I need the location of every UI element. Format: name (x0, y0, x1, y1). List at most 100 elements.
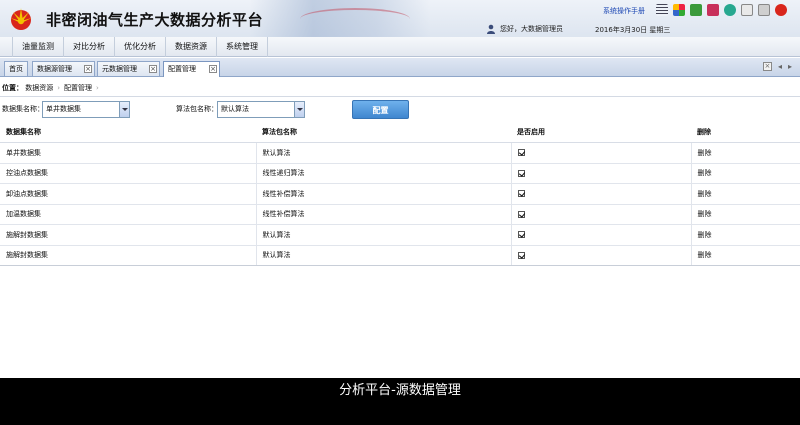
dataset-cell: 控油点数据集 (0, 163, 257, 184)
menu-item-oil-monitoring[interactable]: 油量监测 (12, 37, 63, 57)
column-header-dataset: 数据集名称 (0, 122, 256, 143)
list-icon[interactable] (656, 4, 668, 16)
algorithm-select[interactable]: 默认算法 (217, 101, 305, 118)
filter-bar: 数据集名称： 单井数据集 算法包名称： 默认算法 配置 (0, 99, 800, 121)
enabled-cell (511, 224, 692, 246)
algorithm-cell: 线性补偿算法 (256, 183, 512, 205)
delete-link[interactable]: 删除 (691, 204, 800, 225)
dataset-cell: 加温数据集 (0, 204, 257, 225)
current-date: 2016年3月30日 星期三 (595, 26, 671, 34)
table-row: 加温数据集 线性补偿算法 删除 (0, 204, 800, 225)
dataset-cell: 施解封数据集 (0, 224, 257, 246)
tab-config-management[interactable]: 配置管理 × (163, 61, 220, 77)
tab-label: 首页 (9, 65, 23, 73)
table-row: 单井数据集 默认算法 删除 (0, 142, 800, 164)
column-header-enabled: 是否启用 (511, 122, 691, 143)
petrochina-logo-icon (10, 8, 32, 30)
close-icon[interactable]: × (209, 65, 217, 73)
enabled-checkbox[interactable] (517, 251, 525, 259)
tab-label: 数据源管理 (37, 65, 72, 73)
tab-datasource-management[interactable]: 数据源管理 × (32, 61, 95, 76)
menu-item-data-resources[interactable]: 数据资源 (165, 37, 216, 57)
grid-icon[interactable] (673, 4, 685, 16)
tab-navigation: × ◂ ▸ (762, 62, 792, 71)
algorithm-label: 算法包名称： (176, 105, 218, 113)
tab-label: 元数据管理 (102, 65, 137, 73)
config-table: 数据集名称 算法包名称 是否启用 删除 单井数据集 默认算法 删除 控油点数据集… (0, 122, 800, 266)
table-row: 控油点数据集 线性递归算法 删除 (0, 163, 800, 184)
table-row: 施解封数据集 默认算法 删除 (0, 224, 800, 246)
menu-item-optimization[interactable]: 优化分析 (114, 37, 165, 57)
delete-link[interactable]: 删除 (691, 245, 800, 266)
header-toolbar (656, 4, 787, 16)
table-header-row: 数据集名称 算法包名称 是否启用 删除 (0, 122, 800, 143)
breadcrumb: 位置： 数据资源 › 配置管理 › (0, 80, 800, 97)
dataset-cell: 施解封数据集 (0, 245, 257, 266)
column-header-algorithm: 算法包名称 (256, 122, 511, 143)
breadcrumb-item[interactable]: 数据资源 (25, 84, 53, 92)
enabled-cell (511, 204, 692, 225)
algorithm-cell: 线性补偿算法 (256, 204, 512, 225)
tab-home[interactable]: 首页 (4, 61, 28, 76)
document-icon[interactable] (741, 4, 753, 16)
enabled-checkbox[interactable] (517, 190, 525, 198)
menu-item-comparison[interactable]: 对比分析 (63, 37, 114, 57)
dataset-label: 数据集名称： (2, 105, 44, 113)
table-row: 卸油点数据集 线性补偿算法 删除 (0, 183, 800, 205)
main-menu: 油量监测 对比分析 优化分析 数据资源 系统管理 (0, 37, 800, 57)
user-info: 您好，大数据管理员 (486, 24, 563, 34)
enabled-cell (511, 142, 692, 164)
scroll-left-icon[interactable]: ◂ (778, 62, 782, 71)
dataset-select[interactable]: 单井数据集 (42, 101, 130, 118)
enabled-cell (511, 245, 692, 266)
enabled-cell (511, 163, 692, 184)
algorithm-select-value: 默认算法 (221, 105, 249, 113)
tab-metadata-management[interactable]: 元数据管理 × (97, 61, 160, 76)
enabled-cell (511, 183, 692, 205)
delete-link[interactable]: 删除 (691, 224, 800, 246)
breadcrumb-separator-icon: › (57, 84, 61, 92)
banner-bridge-graphic (300, 8, 410, 30)
system-manual-link[interactable]: 系统操作手册 (603, 6, 645, 16)
user-icon (487, 24, 495, 34)
scroll-right-icon[interactable]: ▸ (788, 62, 792, 71)
enabled-checkbox[interactable] (517, 210, 525, 218)
power-icon[interactable] (775, 4, 787, 16)
tab-label: 配置管理 (168, 65, 196, 73)
message-icon[interactable] (758, 4, 770, 16)
enabled-checkbox[interactable] (517, 231, 525, 239)
dataset-cell: 卸油点数据集 (0, 183, 257, 205)
app-window: 非密闭油气生产大数据分析平台 系统操作手册 您好，大数据管理员 2016年3月3… (0, 0, 800, 378)
algorithm-cell: 线性递归算法 (256, 163, 512, 184)
column-header-delete: 删除 (691, 122, 800, 143)
menu-item-system-management[interactable]: 系统管理 (216, 37, 268, 57)
algorithm-cell: 默认算法 (256, 142, 512, 164)
close-icon[interactable]: × (149, 65, 157, 73)
table-bottom-border (0, 265, 800, 266)
dataset-cell: 单井数据集 (0, 142, 257, 164)
tag-icon[interactable] (707, 4, 719, 16)
refresh-icon[interactable] (724, 4, 736, 16)
enabled-checkbox[interactable] (517, 149, 525, 157)
header: 非密闭油气生产大数据分析平台 系统操作手册 您好，大数据管理员 2016年3月3… (0, 0, 800, 37)
config-button[interactable]: 配置 (352, 100, 409, 119)
delete-link[interactable]: 删除 (691, 183, 800, 205)
enabled-checkbox[interactable] (517, 169, 525, 177)
breadcrumb-item: 配置管理 (64, 84, 93, 92)
dataset-select-value: 单井数据集 (46, 105, 81, 113)
close-all-icon[interactable]: × (762, 62, 772, 71)
app-title: 非密闭油气生产大数据分析平台 (46, 11, 264, 29)
breadcrumb-separator-icon: › (96, 84, 99, 92)
download-icon[interactable] (690, 4, 702, 16)
delete-link[interactable]: 删除 (691, 142, 800, 164)
close-icon[interactable]: × (84, 65, 92, 73)
chevron-down-icon[interactable] (119, 102, 129, 117)
chevron-down-icon[interactable] (294, 102, 304, 117)
table-row: 施解封数据集 默认算法 删除 (0, 245, 800, 266)
breadcrumb-label: 位置： (2, 84, 23, 92)
tab-bar: 首页 数据源管理 × 元数据管理 × 配置管理 × × ◂ ▸ (0, 58, 800, 77)
algorithm-cell: 默认算法 (256, 245, 512, 266)
delete-link[interactable]: 删除 (691, 163, 800, 184)
algorithm-cell: 默认算法 (256, 224, 512, 246)
caption: 分析平台-源数据管理 (0, 378, 800, 425)
